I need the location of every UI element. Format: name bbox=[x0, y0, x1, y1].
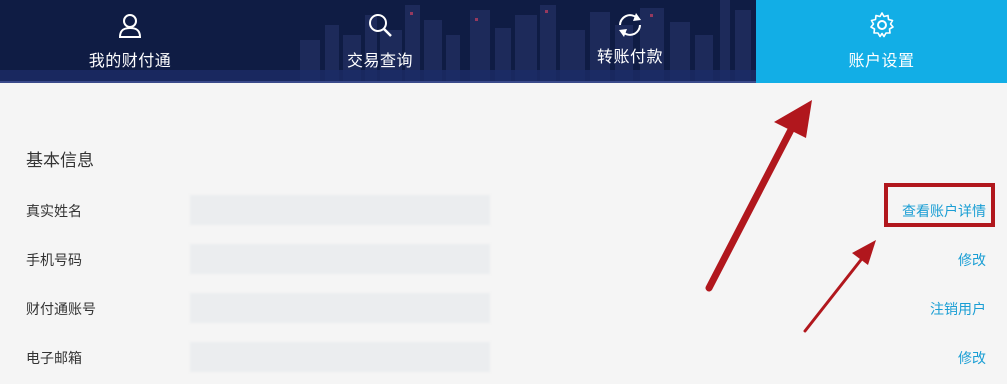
modify-email-link[interactable]: 修改 bbox=[958, 348, 986, 368]
nav-item-label: 我的财付通 bbox=[88, 51, 172, 70]
nav-item-transfer[interactable]: 转账付款 bbox=[550, 0, 710, 83]
info-row-tenpay-account: 财付通账号 注销用户 bbox=[0, 293, 1007, 323]
redacted-value bbox=[190, 293, 490, 323]
row-label: 电子邮箱 bbox=[26, 351, 82, 367]
annotation-highlight-box bbox=[884, 183, 995, 227]
gear-icon bbox=[869, 12, 894, 38]
redacted-value bbox=[190, 342, 490, 372]
info-row-real-name: 真实姓名 查看账户详情 bbox=[0, 195, 1007, 225]
top-navigation: 我的财付通 交易查询 转账付款 账户设置 bbox=[0, 0, 1007, 83]
nav-item-label: 交易查询 bbox=[346, 51, 413, 70]
info-row-email: 电子邮箱 修改 bbox=[0, 342, 1007, 372]
nav-item-label: 账户设置 bbox=[848, 51, 915, 70]
row-label: 手机号码 bbox=[26, 253, 82, 269]
section-title-basic-info: 基本信息 bbox=[26, 151, 94, 171]
nav-item-transactions[interactable]: 交易查询 bbox=[300, 0, 460, 83]
refresh-icon bbox=[619, 13, 641, 37]
search-icon bbox=[369, 14, 392, 37]
deregister-user-link[interactable]: 注销用户 bbox=[930, 299, 986, 319]
nav-item-account-settings[interactable]: 账户设置 bbox=[756, 0, 1007, 83]
info-row-phone: 手机号码 修改 bbox=[0, 244, 1007, 274]
nav-item-my-tenpay[interactable]: 我的财付通 bbox=[50, 0, 210, 83]
redacted-value bbox=[190, 244, 490, 274]
modify-phone-link[interactable]: 修改 bbox=[958, 250, 986, 270]
row-label: 真实姓名 bbox=[26, 204, 82, 220]
row-label: 财付通账号 bbox=[26, 302, 96, 318]
redacted-value bbox=[190, 195, 490, 225]
user-icon bbox=[118, 14, 142, 38]
nav-item-label: 转账付款 bbox=[596, 47, 663, 66]
